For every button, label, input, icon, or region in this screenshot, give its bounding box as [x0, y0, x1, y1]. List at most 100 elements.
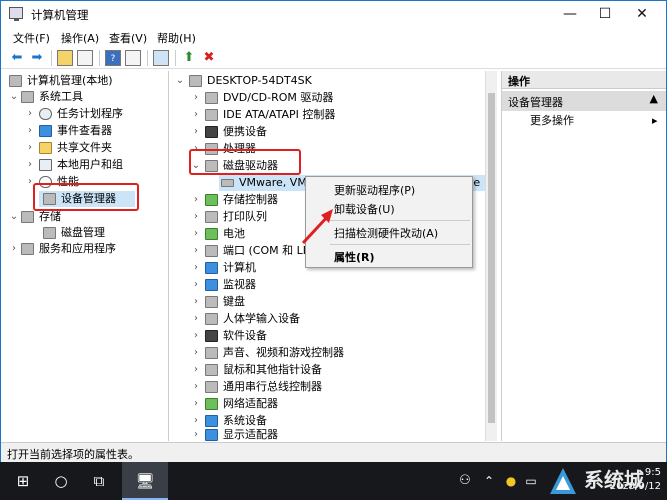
keyboard-icon [205, 296, 218, 308]
uninstall-icon[interactable]: ✖ [201, 50, 217, 66]
computer-icon [189, 75, 202, 87]
display-adapter-icon [205, 429, 218, 441]
chevron-down-icon[interactable]: ⌄ [9, 89, 19, 105]
services-icon [21, 243, 34, 255]
people-icon[interactable]: ⚇ [454, 470, 476, 492]
watermark-logo [548, 466, 578, 496]
computer-management-icon [9, 75, 22, 87]
portable-device-icon [205, 126, 218, 138]
menu-bar: 文件(F) 操作(A) 查看(V) 帮助(H) [1, 27, 666, 47]
chevron-right-icon[interactable]: › [191, 90, 201, 106]
chevron-right-icon[interactable]: › [25, 157, 35, 173]
chevron-right-icon[interactable]: › [191, 243, 201, 259]
disk-drive-icon [221, 179, 234, 187]
highlight-disk-drives [189, 149, 301, 175]
toolbar-separator [147, 50, 148, 66]
taskbar-computer-management[interactable]: 🖥 [122, 462, 168, 500]
chevron-right-icon[interactable]: › [25, 106, 35, 122]
chevron-right-icon[interactable]: ▸ [652, 113, 658, 129]
collapse-arrow-icon[interactable]: ▲ [650, 92, 658, 105]
chevron-down-icon[interactable]: ⌄ [9, 209, 19, 225]
chevron-right-icon[interactable]: › [9, 241, 19, 257]
chevron-right-icon[interactable]: › [191, 362, 201, 378]
toolbar: ⬅ ➡ ? ⬆ ✖ [1, 47, 666, 69]
computer-management-icon [9, 7, 23, 21]
network-icon[interactable]: ▭ [520, 470, 542, 492]
menu-help[interactable]: 帮助(H) [157, 30, 196, 46]
forward-icon[interactable]: ➡ [29, 50, 45, 66]
actions-pane: 操作 设备管理器 ▲ 更多操作 ▸ [501, 71, 666, 441]
battery-icon [205, 228, 218, 240]
clock-icon [39, 108, 52, 120]
chevron-right-icon[interactable]: › [191, 427, 201, 441]
chevron-right-icon[interactable]: › [25, 140, 35, 156]
tray-app-icon[interactable]: ● [500, 470, 522, 492]
chevron-right-icon[interactable]: › [191, 328, 201, 344]
menu-separator [330, 220, 470, 221]
highlight-device-manager [33, 183, 139, 211]
maximize-button[interactable]: ☐ [586, 1, 624, 27]
red-arrow-annotation [301, 209, 333, 245]
tools-icon [21, 91, 34, 103]
chevron-right-icon[interactable]: › [191, 226, 201, 242]
title-bar[interactable]: 计算机管理 — ☐ ✕ [1, 1, 666, 27]
minimize-button[interactable]: — [551, 1, 589, 27]
toolbar-separator [175, 50, 176, 66]
chevron-right-icon[interactable]: › [191, 311, 201, 327]
chevron-right-icon[interactable]: › [191, 294, 201, 310]
menu-update-driver[interactable]: 更新驱动程序(P) [334, 182, 415, 198]
console-tree-pane: 计算机管理(本地) ⌄ 系统工具 › 任务计划程序 › 事件查看器 › 共享文件… [3, 71, 169, 441]
hid-icon [205, 313, 218, 325]
chevron-right-icon[interactable]: › [191, 107, 201, 123]
computer-management-icon: 🖥 [135, 472, 155, 490]
toolbar-separator [99, 50, 100, 66]
update-driver-icon[interactable]: ⬆ [181, 50, 197, 66]
monitor-icon [205, 279, 218, 291]
tray-chevron-icon[interactable]: ⌃ [478, 470, 500, 492]
chevron-right-icon[interactable]: › [191, 192, 201, 208]
window-title: 计算机管理 [31, 8, 89, 22]
chevron-right-icon[interactable]: › [191, 379, 201, 395]
back-icon[interactable]: ⬅ [9, 50, 25, 66]
menu-scan-hardware[interactable]: 扫描检测硬件改动(A) [334, 225, 438, 241]
port-icon [205, 245, 218, 257]
scrollbar-thumb[interactable] [488, 93, 495, 423]
vertical-scrollbar[interactable] [485, 71, 497, 441]
ide-controller-icon [205, 109, 218, 121]
disk-icon [43, 227, 56, 239]
chevron-down-icon[interactable]: ⌄ [175, 73, 185, 89]
chevron-right-icon[interactable]: › [191, 345, 201, 361]
dvd-drive-icon [205, 92, 218, 104]
menu-file[interactable]: 文件(F) [13, 30, 50, 46]
computer-management-window: 计算机管理 — ☐ ✕ 文件(F) 操作(A) 查看(V) 帮助(H) ⬅ ➡ … [0, 0, 667, 462]
chevron-right-icon[interactable]: › [191, 209, 201, 225]
chevron-right-icon[interactable]: › [191, 277, 201, 293]
printer-icon [205, 211, 218, 223]
monitor-icon[interactable] [153, 50, 169, 66]
chevron-right-icon[interactable]: › [25, 123, 35, 139]
actions-section-label: 设备管理器 [508, 96, 563, 109]
windows-start-icon[interactable]: ⊞ [12, 470, 34, 492]
chevron-right-icon[interactable]: › [191, 124, 201, 140]
system-device-icon [205, 415, 218, 427]
properties-icon[interactable] [125, 50, 141, 66]
actions-header: 操作 [502, 71, 666, 89]
close-button[interactable]: ✕ [623, 1, 661, 27]
storage-controller-icon [205, 194, 218, 206]
menu-properties[interactable]: 属性(R) [334, 249, 375, 265]
menu-separator [330, 244, 470, 245]
task-view-icon[interactable]: ⧉ [88, 470, 110, 492]
chevron-right-icon[interactable]: › [191, 260, 201, 276]
chevron-right-icon[interactable]: › [191, 396, 201, 412]
usb-icon [205, 381, 218, 393]
menu-view[interactable]: 查看(V) [109, 30, 147, 46]
storage-icon [21, 211, 34, 223]
help-icon[interactable]: ? [105, 50, 121, 66]
mouse-icon [205, 364, 218, 376]
up-folder-icon[interactable] [57, 50, 73, 66]
search-icon[interactable]: ○ [50, 470, 72, 492]
menu-uninstall-device[interactable]: 卸载设备(U) [334, 201, 395, 217]
actions-device-manager[interactable]: 设备管理器 ▲ [502, 91, 666, 111]
menu-action[interactable]: 操作(A) [61, 30, 99, 46]
console-tree-icon[interactable] [77, 50, 93, 66]
